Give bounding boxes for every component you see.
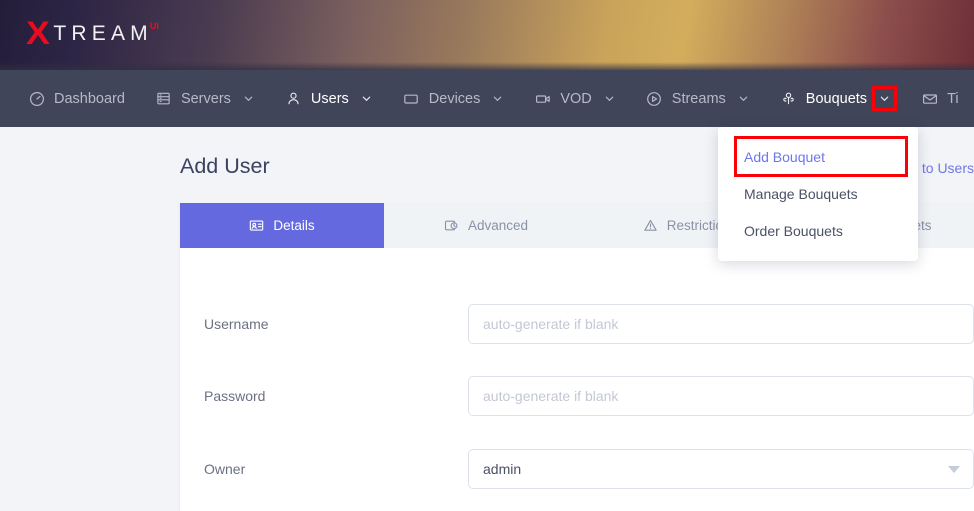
password-input[interactable] bbox=[468, 376, 974, 416]
nav-label-devices: Devices bbox=[428, 90, 481, 107]
label-username: Username bbox=[204, 316, 269, 332]
nav-label-dashboard: Dashboard bbox=[54, 90, 125, 107]
nav-item-dashboard[interactable]: Dashboard bbox=[28, 70, 125, 127]
chevron-down-icon-streams[interactable] bbox=[737, 92, 750, 105]
form-row-password: Password bbox=[180, 376, 974, 416]
xtream-logo[interactable]: X TREAM UI bbox=[26, 15, 159, 51]
chevron-down-icon-users[interactable] bbox=[360, 92, 373, 105]
logo-superscript: UI bbox=[149, 21, 159, 31]
username-input[interactable] bbox=[468, 304, 974, 344]
nav-item-tickets[interactable]: Ti bbox=[921, 70, 959, 127]
nav-label-users: Users bbox=[310, 90, 349, 107]
gauge-icon bbox=[28, 90, 45, 107]
nav-label-vod: VOD bbox=[560, 90, 592, 107]
warning-icon bbox=[643, 218, 658, 233]
owner-select[interactable]: admin bbox=[468, 449, 974, 489]
tab-details[interactable]: Details bbox=[180, 203, 384, 248]
chevron-down-icon-bouquets[interactable] bbox=[872, 86, 898, 111]
label-password: Password bbox=[204, 388, 266, 404]
nav-item-users[interactable]: Users bbox=[285, 70, 373, 127]
nav-item-bouquets[interactable]: Bouquets bbox=[780, 70, 898, 127]
chevron-down-icon-servers[interactable] bbox=[242, 92, 255, 105]
chevron-down-icon-owner[interactable] bbox=[948, 466, 960, 473]
dropdown-label-add-bouquet: Add Bouquet bbox=[744, 148, 825, 165]
label-owner: Owner bbox=[204, 461, 246, 477]
bouquets-dropdown-menu: Add Bouquet Manage Bouquets Order Bouque… bbox=[718, 127, 918, 261]
field-owner-wrap: admin bbox=[468, 449, 974, 489]
brand-header: X TREAM UI bbox=[0, 0, 974, 70]
dropdown-label-order-bouquets: Order Bouquets bbox=[744, 222, 843, 239]
user-icon bbox=[285, 90, 302, 107]
tab-label-advanced: Advanced bbox=[467, 218, 529, 233]
id-card-icon bbox=[249, 218, 264, 233]
main-navbar: Dashboard Servers Users Devices VOD Stre… bbox=[0, 70, 974, 127]
nav-item-servers[interactable]: Servers bbox=[155, 70, 255, 127]
logo-x-mark: X bbox=[26, 15, 50, 51]
dropdown-item-order-bouquets[interactable]: Order Bouquets bbox=[718, 212, 918, 249]
dropdown-item-manage-bouquets[interactable]: Manage Bouquets bbox=[718, 175, 918, 212]
nav-item-devices[interactable]: Devices bbox=[403, 70, 505, 127]
form-row-owner: Owner admin bbox=[180, 449, 974, 489]
mail-icon bbox=[921, 90, 938, 107]
app-root: X TREAM UI Dashboard Servers Users Devic… bbox=[0, 0, 974, 511]
nav-label-servers: Servers bbox=[180, 90, 231, 107]
nav-label-bouquets: Bouquets bbox=[805, 90, 868, 107]
video-icon bbox=[534, 90, 551, 107]
tab-advanced[interactable]: Advanced bbox=[384, 203, 588, 248]
nav-label-streams: Streams bbox=[671, 90, 726, 107]
form-row-username: Username bbox=[180, 304, 974, 344]
nav-label-tickets: Ti bbox=[947, 90, 959, 107]
server-icon bbox=[155, 90, 172, 107]
bouquet-icon bbox=[780, 90, 797, 107]
dropdown-label-manage-bouquets: Manage Bouquets bbox=[744, 185, 858, 202]
nav-item-vod[interactable]: VOD bbox=[534, 70, 615, 127]
owner-select-value: admin bbox=[483, 461, 522, 477]
logo-wordmark: TREAM bbox=[53, 22, 153, 45]
play-icon bbox=[646, 90, 663, 107]
field-username-wrap bbox=[468, 304, 974, 344]
chevron-down-icon-vod[interactable] bbox=[603, 92, 616, 105]
chevron-down-icon-devices[interactable] bbox=[491, 92, 504, 105]
nav-item-streams[interactable]: Streams bbox=[646, 70, 750, 127]
page-title: Add User bbox=[180, 154, 270, 178]
field-password-wrap bbox=[468, 376, 974, 416]
device-icon bbox=[403, 90, 420, 107]
tab-label-details: Details bbox=[273, 218, 315, 233]
dropdown-item-add-bouquet[interactable]: Add Bouquet bbox=[718, 136, 918, 177]
sliders-icon bbox=[444, 218, 459, 233]
